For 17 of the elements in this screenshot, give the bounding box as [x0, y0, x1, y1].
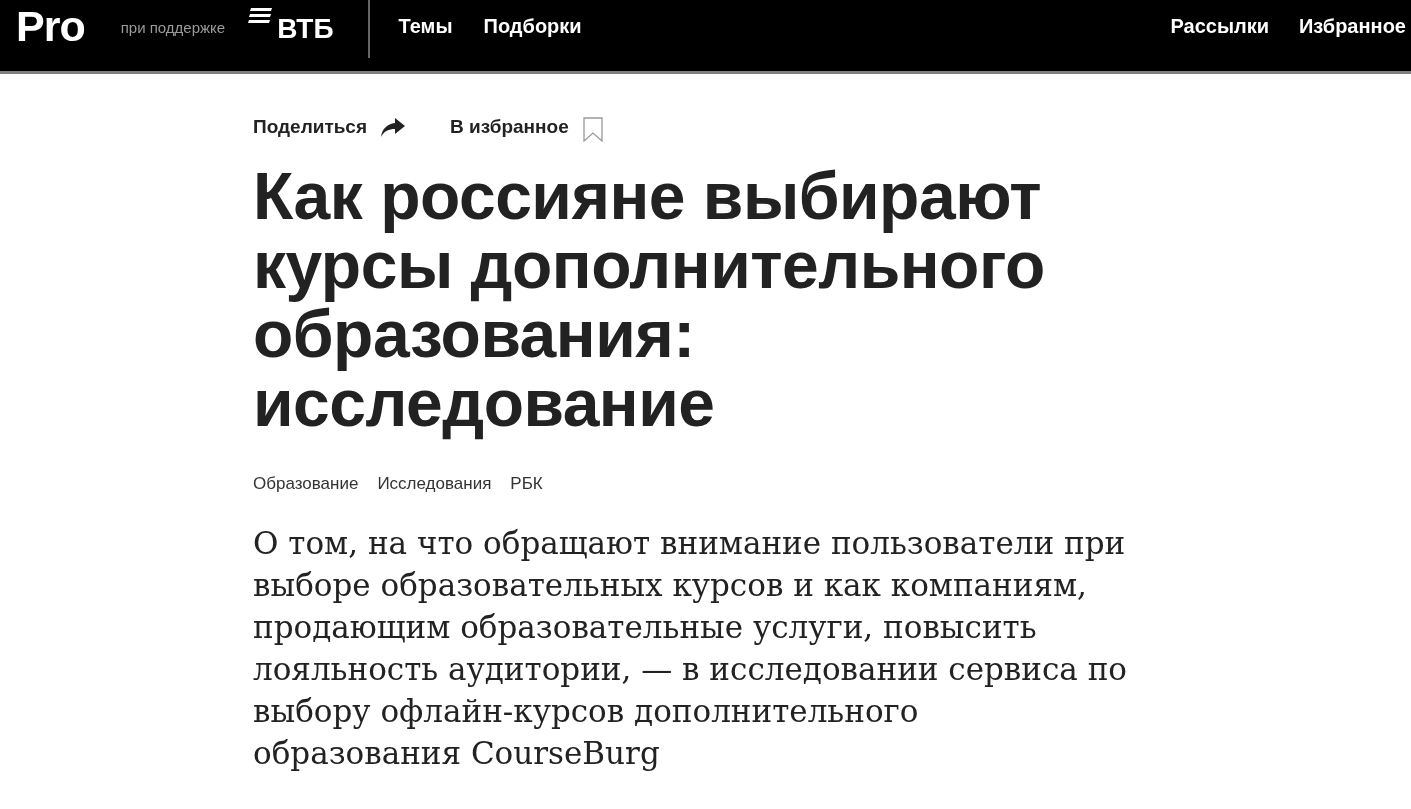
article-title: Как россияне выбирают курсы дополнительного образования: исследование: [253, 162, 1046, 438]
tag-link[interactable]: Исследования: [377, 474, 492, 494]
tag-link[interactable]: Образование: [253, 474, 359, 494]
sponsor-logo: ВТБ: [277, 15, 334, 43]
stripes-logo-icon: [248, 8, 273, 23]
share-button[interactable]: Поделиться: [253, 116, 406, 138]
share-arrow-icon: [381, 117, 406, 137]
tag-link[interactable]: РБК: [510, 474, 543, 494]
nav-link[interactable]: Избранное: [1299, 15, 1406, 38]
nav-link[interactable]: Рассылки: [1170, 15, 1269, 38]
nav-link[interactable]: Подборки: [483, 15, 582, 38]
nav-link[interactable]: Темы: [398, 15, 453, 38]
article-lead: О том, на что обращают внимание пользователи при выборе образовательных курсов и как компаниям, продающим образовательные услуги, повысить лояльность аудитории, — в исследовании сервиса по выбору офлайн-курсов дополнительного образования CourseBurg: [253, 524, 1128, 773]
bookmark-button[interactable]: В избранное: [450, 112, 603, 142]
bookmark-icon: [582, 116, 603, 142]
site-logo[interactable]: Pro: [16, 5, 85, 48]
sponsor-label: при поддержке: [120, 19, 226, 36]
